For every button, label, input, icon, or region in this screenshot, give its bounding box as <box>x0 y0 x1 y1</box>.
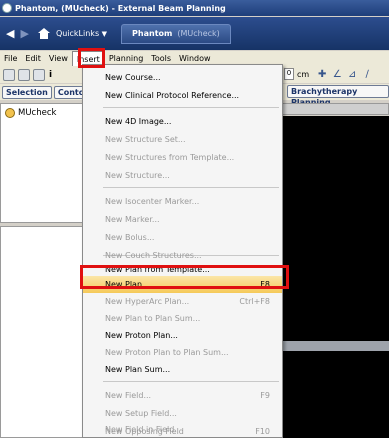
properties-panel <box>0 226 87 438</box>
menu-item-label: New Proton Plan... <box>105 331 178 340</box>
menu-item-label: New Setup Field... <box>105 409 177 418</box>
menu-item-label: New Proton Plan to Plan Sum... <box>105 348 229 357</box>
navigation-bar: ◀ ▶ QuickLinks ▼ Phantom (MUcheck) <box>0 17 389 50</box>
patient-icon <box>5 108 15 118</box>
menu-item-new-structure[interactable]: New Structure... <box>83 167 282 184</box>
window-title-bar: Phantom, (MUcheck) - External Beam Plann… <box>0 0 389 16</box>
brachytherapy-workspace-button[interactable]: Brachytherapy Planning <box>287 85 389 107</box>
menu-edit[interactable]: Edit <box>21 51 45 66</box>
patient-id: (MUcheck) <box>177 29 220 38</box>
menu-item-new-field[interactable]: New Field... F9 <box>83 387 282 404</box>
image-viewer[interactable] <box>280 116 389 341</box>
menu-item-new-structure-set[interactable]: New Structure Set... <box>83 131 282 148</box>
forward-arrow-icon[interactable]: ▶ <box>20 27 28 40</box>
menu-item-new-marker[interactable]: New Marker... <box>83 211 282 228</box>
image-viewer-lower[interactable] <box>280 351 389 438</box>
menu-item-label: New HyperArc Plan... <box>105 297 190 306</box>
toolbar-tools: 0 cm ✚ ∠ ⊿ ∕ <box>284 68 373 80</box>
home-icon[interactable] <box>37 28 50 39</box>
menu-file[interactable]: File <box>0 51 21 66</box>
menu-item-new-hyperarc-plan[interactable]: New HyperArc Plan... Ctrl+F8 <box>83 293 282 310</box>
menu-item-label: New Couch Structures... <box>105 251 202 260</box>
menu-item-new-field-in-field[interactable]: New Field in Field <box>83 421 282 438</box>
info-icon[interactable]: i <box>49 70 52 80</box>
menu-item-label: New Isocenter Marker... <box>105 197 200 206</box>
menu-item-new-proton-plan[interactable]: New Proton Plan... <box>83 327 282 344</box>
menu-item-new-plan-to-plan-sum[interactable]: New Plan to Plan Sum... <box>83 310 282 327</box>
menu-item-shortcut: F9 <box>260 391 270 400</box>
menu-item-label: New Plan Sum... <box>105 365 171 374</box>
triangle-icon[interactable]: ⊿ <box>346 69 358 80</box>
menu-item-label: New Structure Set... <box>105 135 186 144</box>
menu-item-label: New Bolus... <box>105 233 155 242</box>
draw-icon[interactable]: ∕ <box>361 69 373 80</box>
menu-item-label: New 4D Image... <box>105 117 172 126</box>
menu-item-label: New Plan to Plan Sum... <box>105 314 201 323</box>
menu-item-new-clinical-protocol-reference[interactable]: New Clinical Protocol Reference... <box>83 87 282 104</box>
menu-item-shortcut: Ctrl+F8 <box>239 297 270 306</box>
settings-icon[interactable] <box>33 68 45 81</box>
menu-item-new-bolus[interactable]: New Bolus... <box>83 229 282 246</box>
window-title: Phantom, (MUcheck) - External Beam Plann… <box>15 3 226 13</box>
menu-item-label: New Marker... <box>105 215 160 224</box>
menu-item-new-isocenter-marker[interactable]: New Isocenter Marker... <box>83 193 282 210</box>
angle-icon[interactable]: ∠ <box>331 69 343 80</box>
highlight-box-new-plan <box>80 265 289 289</box>
insert-menu-dropdown: New Course... New Clinical Protocol Refer… <box>82 64 283 438</box>
menu-item-new-plan-sum[interactable]: New Plan Sum... <box>83 361 282 378</box>
menu-item-label: New Clinical Protocol Reference... <box>105 91 240 100</box>
quicklinks-menu[interactable]: QuickLinks ▼ <box>56 29 107 38</box>
quicklinks-label: QuickLinks <box>55 29 100 38</box>
menu-item-new-proton-plan-to-plan-sum[interactable]: New Proton Plan to Plan Sum... <box>83 344 282 361</box>
menu-item-new-course[interactable]: New Course... <box>83 69 282 86</box>
menu-separator <box>103 187 279 188</box>
menu-separator <box>103 381 279 382</box>
tree-item-label: MUcheck <box>18 108 57 118</box>
menu-item-label: New Field... <box>105 391 152 400</box>
menu-item-new-structures-from-template[interactable]: New Structures from Template... <box>83 149 282 166</box>
patient-tab[interactable]: Phantom (MUcheck) <box>121 23 231 44</box>
viewer-header <box>280 103 389 115</box>
viewer-divider <box>280 341 389 351</box>
back-arrow-icon[interactable]: ◀ <box>6 27 14 40</box>
chevron-down-icon: ▼ <box>101 30 108 38</box>
unit-label: cm <box>297 69 310 79</box>
open-icon[interactable] <box>3 68 15 81</box>
menu-item-new-4d-image[interactable]: New 4D Image... <box>83 113 282 130</box>
app-icon <box>2 3 12 13</box>
menu-item-new-setup-field[interactable]: New Setup Field... <box>83 405 282 422</box>
menu-item-label: New Course... <box>105 73 161 82</box>
menu-item-label: New Structure... <box>105 171 170 180</box>
save-icon[interactable] <box>18 68 30 81</box>
scope-tree-panel: MUcheck <box>0 103 87 223</box>
menu-view[interactable]: View <box>45 51 72 66</box>
patient-name: Phantom <box>132 29 173 38</box>
menu-item-label: New Structures from Template... <box>105 153 235 162</box>
menu-separator <box>103 107 279 108</box>
tree-item-patient[interactable]: MUcheck <box>5 108 56 118</box>
menu-item-label: New Field in Field <box>105 425 175 434</box>
highlight-box-insert <box>78 48 105 68</box>
value-field[interactable]: 0 <box>284 68 294 80</box>
measure-icon[interactable]: ✚ <box>316 69 328 80</box>
selection-workspace-button[interactable]: Selection <box>2 85 52 99</box>
